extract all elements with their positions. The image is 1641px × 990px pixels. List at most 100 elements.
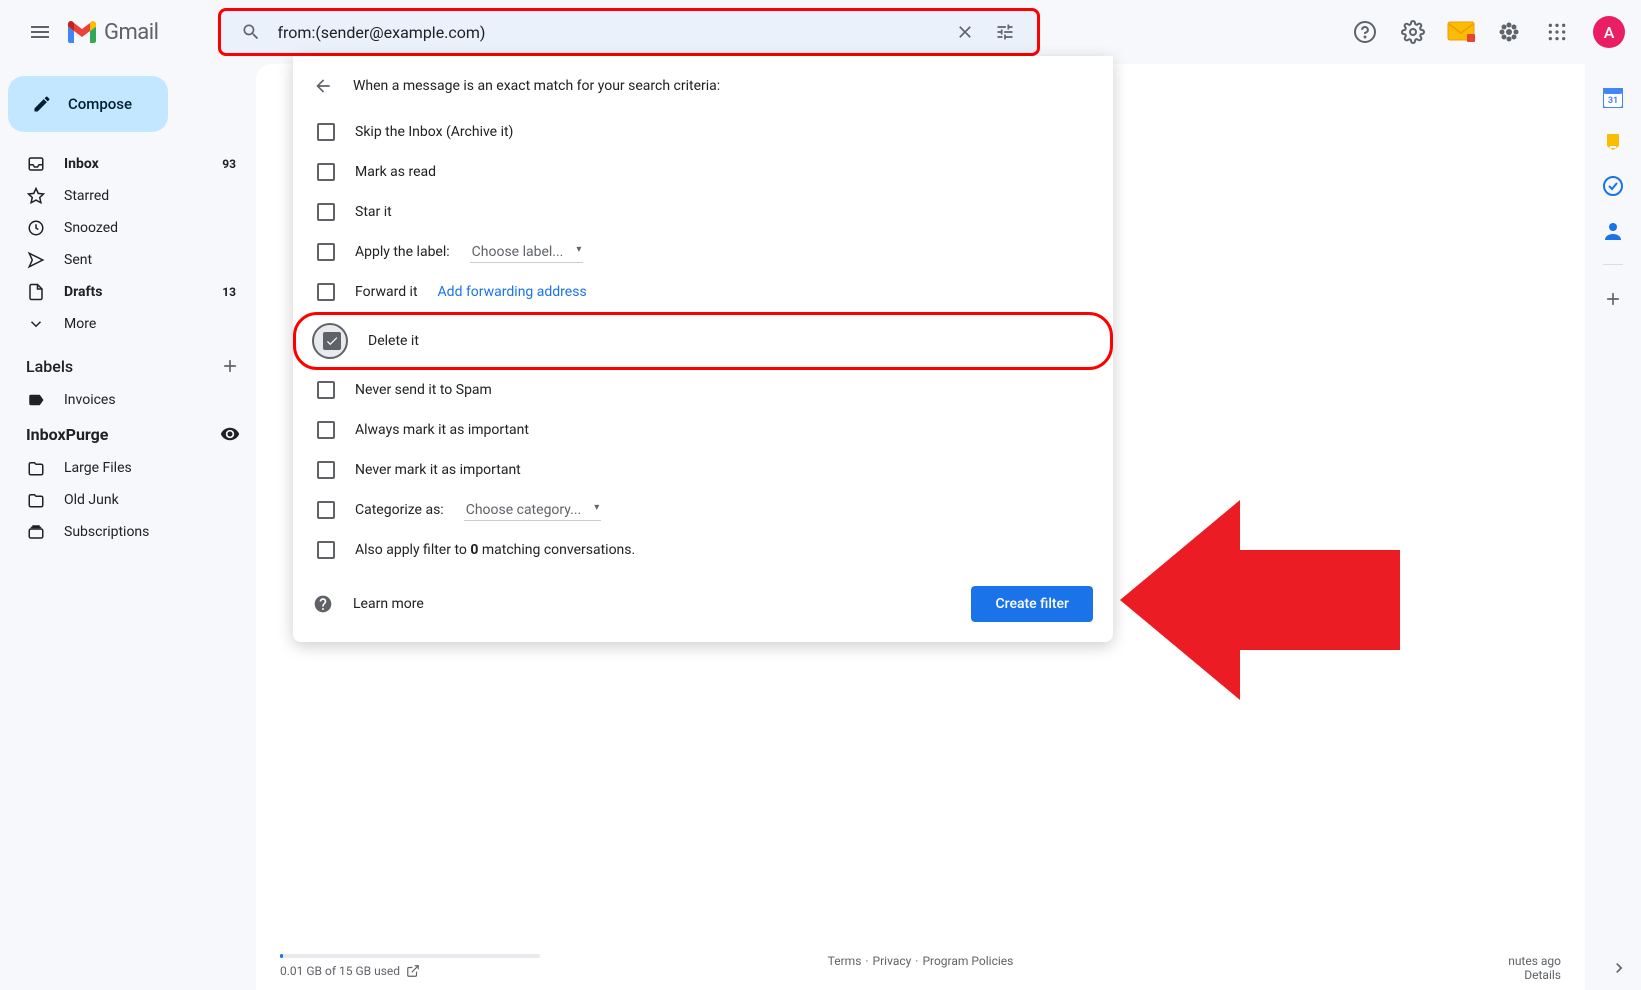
search-button[interactable] [233, 14, 269, 50]
draft-icon [27, 283, 45, 301]
filter-categorize[interactable]: Categorize as:Choose category... [293, 490, 1113, 530]
mail-alert-icon [1447, 21, 1475, 43]
checkbox[interactable] [317, 203, 335, 221]
contacts-app-button[interactable] [1603, 220, 1623, 240]
sidebar-item-snoozed[interactable]: Snoozed [0, 212, 248, 244]
sidebar-item-more[interactable]: More [0, 308, 248, 340]
add-app-button[interactable] [1603, 289, 1623, 309]
plus-icon [1603, 289, 1623, 309]
sidebar-item-inbox[interactable]: Inbox93 [0, 148, 248, 180]
search-clear-button[interactable] [945, 12, 985, 52]
compose-label: Compose [68, 95, 132, 113]
checkbox[interactable] [317, 381, 335, 399]
svg-text:31: 31 [1608, 96, 1618, 106]
open-in-new-icon[interactable] [406, 964, 420, 978]
checkbox[interactable] [317, 283, 335, 301]
filter-apply-existing[interactable]: Also apply filter to 0 matching conversa… [293, 530, 1113, 570]
eye-icon [220, 424, 240, 444]
star-icon [27, 187, 45, 205]
add-label-button[interactable] [220, 356, 240, 376]
side-panel-toggle[interactable] [1609, 958, 1629, 978]
privacy-link[interactable]: Privacy [873, 954, 912, 968]
annotation-arrow [1120, 490, 1400, 710]
filter-star-it[interactable]: Star it [293, 192, 1113, 232]
settings-button[interactable] [1393, 12, 1433, 52]
compose-button[interactable]: Compose [8, 76, 168, 132]
app-header: Gmail A [0, 0, 1641, 64]
sidebar-label-invoices[interactable]: Invoices [0, 384, 248, 416]
checkbox[interactable] [317, 123, 335, 141]
search-container [218, 8, 1040, 56]
tasks-app-button[interactable] [1603, 176, 1623, 196]
inboxpurge-header[interactable]: InboxPurge [0, 416, 256, 452]
filter-mark-read[interactable]: Mark as read [293, 152, 1113, 192]
label-select[interactable]: Choose label... [470, 242, 584, 263]
terms-link[interactable]: Terms [828, 954, 862, 968]
folder-icon [27, 459, 45, 477]
filter-forward-it[interactable]: Forward itAdd forwarding address [293, 272, 1113, 312]
arrow-left-icon [1120, 490, 1400, 710]
tasks-icon [1603, 176, 1623, 196]
checkbox-checked[interactable] [312, 323, 348, 359]
chevron-right-icon [1609, 958, 1629, 978]
help-icon [1353, 20, 1377, 44]
gmail-icon [68, 21, 96, 43]
filter-never-important[interactable]: Never mark it as important [293, 450, 1113, 490]
learn-more-link[interactable]: Learn more [313, 594, 424, 614]
inbox-icon [27, 155, 45, 173]
search-options-button[interactable] [985, 12, 1025, 52]
side-panel: 31 [1585, 64, 1641, 309]
contacts-icon [1603, 220, 1623, 240]
sidebar-item-drafts[interactable]: Drafts13 [0, 276, 248, 308]
keep-app-button[interactable] [1603, 132, 1623, 152]
apps-button[interactable] [1537, 12, 1577, 52]
search-input[interactable] [269, 23, 945, 42]
apps-grid-icon [1547, 22, 1567, 42]
gmail-text: Gmail [104, 20, 158, 45]
flower-icon [1497, 20, 1521, 44]
sidebar-ext-large-files[interactable]: Large Files [0, 452, 248, 484]
checkbox[interactable] [317, 541, 335, 559]
gear-icon [1401, 20, 1425, 44]
main-menu-button[interactable] [16, 8, 64, 56]
sidebar-item-starred[interactable]: Starred [0, 180, 248, 212]
sidebar: Compose Inbox93 Starred Snoozed Sent Dra… [0, 64, 256, 990]
send-icon [27, 251, 45, 269]
policies-link[interactable]: Program Policies [922, 954, 1013, 968]
storage-info: 0.01 GB of 15 GB used [280, 954, 540, 978]
checkbox[interactable] [317, 421, 335, 439]
account-avatar[interactable]: A [1593, 16, 1625, 48]
calendar-app-button[interactable]: 31 [1603, 88, 1623, 108]
checkbox[interactable] [317, 163, 335, 181]
support-button[interactable] [1345, 12, 1385, 52]
category-select[interactable]: Choose category... [464, 500, 602, 521]
panel-title: When a message is an exact match for you… [353, 78, 720, 94]
gmail-logo[interactable]: Gmail [68, 20, 158, 45]
checkbox[interactable] [317, 243, 335, 261]
details-link[interactable]: Details [1508, 968, 1561, 982]
labels-header: Labels [0, 340, 256, 384]
sidebar-ext-old-junk[interactable]: Old Junk [0, 484, 248, 516]
close-icon [955, 22, 975, 42]
mail-notification-button[interactable] [1441, 12, 1481, 52]
sidebar-item-sent[interactable]: Sent [0, 244, 248, 276]
search-icon [241, 22, 261, 42]
extension-button[interactable] [1489, 12, 1529, 52]
panel-back-button[interactable] [313, 76, 333, 96]
add-forwarding-link[interactable]: Add forwarding address [438, 284, 587, 300]
checkbox[interactable] [317, 461, 335, 479]
filter-always-important[interactable]: Always mark it as important [293, 410, 1113, 450]
filter-never-spam[interactable]: Never send it to Spam [293, 370, 1113, 410]
search-bar [218, 8, 1040, 56]
sidebar-ext-subscriptions[interactable]: Subscriptions [0, 516, 248, 548]
chevron-down-icon [27, 315, 45, 333]
checkbox[interactable] [317, 501, 335, 519]
label-icon [27, 391, 45, 409]
create-filter-button[interactable]: Create filter [971, 586, 1093, 622]
calendar-icon: 31 [1603, 88, 1623, 108]
filter-apply-label[interactable]: Apply the label:Choose label... [293, 232, 1113, 272]
tune-icon [995, 22, 1015, 42]
filter-skip-inbox[interactable]: Skip the Inbox (Archive it) [293, 112, 1113, 152]
filter-delete-it[interactable]: Delete it [293, 312, 1113, 370]
plus-icon [220, 356, 240, 376]
